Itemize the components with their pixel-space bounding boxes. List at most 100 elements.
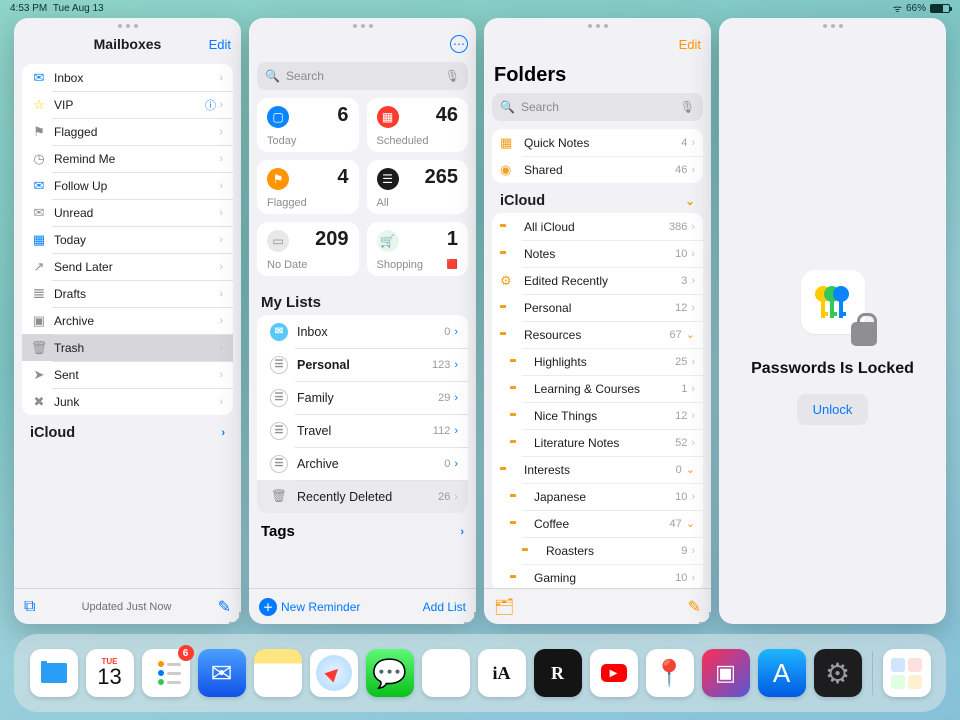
card-all[interactable]: ☰265All xyxy=(367,160,469,214)
folder-all-icloud[interactable]: All iCloud386› xyxy=(492,213,703,240)
unlock-button[interactable]: Unlock xyxy=(797,394,869,425)
edit-button[interactable]: Edit xyxy=(209,37,231,52)
search-icon: 🔍 xyxy=(265,69,280,83)
chevron-right-icon: › xyxy=(454,425,458,437)
mailbox-vip[interactable]: ☆VIPⓘ › xyxy=(22,91,233,118)
resize-handle[interactable] xyxy=(696,609,711,624)
list-recently-deleted[interactable]: 🗑Recently Deleted26› xyxy=(257,480,468,513)
mailbox-junk[interactable]: ✖︎Junk› xyxy=(22,388,233,415)
folder-gaming[interactable]: Gaming10› xyxy=(492,564,703,588)
dock-app-library[interactable] xyxy=(883,649,931,697)
list-icon: ☰ xyxy=(267,422,291,440)
dock-app-shortcuts[interactable]: ▣ xyxy=(702,649,750,697)
dock-app-maps[interactable]: 📍 xyxy=(646,649,694,697)
card-icon: ▭ xyxy=(267,230,289,252)
mailbox-unread[interactable]: ✉︎Unread› xyxy=(22,199,233,226)
dock: TUE136✉︎ ▲💬❇︎iAR▶📍▣A⚙︎ xyxy=(14,634,946,712)
folder-notes[interactable]: Notes10› xyxy=(492,240,703,267)
mailbox-inbox[interactable]: ✉︎Inbox› xyxy=(22,64,233,91)
resize-handle[interactable] xyxy=(226,609,241,624)
dock-app-r[interactable]: R xyxy=(534,649,582,697)
resize-handle[interactable] xyxy=(461,609,476,624)
dock-app-photos[interactable]: ❇︎ xyxy=(422,649,470,697)
quicknote-icon: ▦ xyxy=(500,135,518,151)
info-icon[interactable]: ⓘ xyxy=(205,97,216,113)
mailbox-today[interactable]: ▦Today› xyxy=(22,226,233,253)
folder-nice-things[interactable]: Nice Things12› xyxy=(492,402,703,429)
chevron-right-icon: › xyxy=(691,137,695,149)
window-dots[interactable] xyxy=(249,18,476,30)
mailbox-trash[interactable]: 🗑Trash› xyxy=(22,334,233,361)
list-archive[interactable]: ☰Archive0› xyxy=(257,447,468,480)
folder-personal[interactable]: Personal12› xyxy=(492,294,703,321)
dock-app-ia[interactable]: iA xyxy=(478,649,526,697)
clock-icon: ◷ xyxy=(30,150,48,168)
folder-japanese[interactable]: Japanese10› xyxy=(492,483,703,510)
mailbox-archive[interactable]: ▣Archive› xyxy=(22,307,233,334)
dock-app-safari[interactable]: ▲ xyxy=(310,649,358,697)
paperplane-icon: ➤ xyxy=(30,366,48,384)
followup-icon: ✉︎ xyxy=(30,177,48,195)
window-dots[interactable] xyxy=(484,18,711,30)
chevron-icon: › xyxy=(691,248,695,260)
new-reminder-button[interactable]: ＋ New Reminder xyxy=(259,598,360,616)
chevron-right-icon: › xyxy=(219,396,223,408)
dock-app-mail[interactable]: ✉︎ xyxy=(198,649,246,697)
tags-row[interactable]: Tags › xyxy=(249,513,476,550)
new-folder-button[interactable]: 🗂︎ xyxy=(494,597,514,617)
folder-roasters[interactable]: Roasters9› xyxy=(492,537,703,564)
dock-app-appstore[interactable]: A xyxy=(758,649,806,697)
mailbox-follow-up[interactable]: ✉︎Follow Up› xyxy=(22,172,233,199)
dock-app-notes[interactable] xyxy=(254,649,302,697)
window-dots[interactable] xyxy=(719,18,946,30)
card-shopping[interactable]: 🛒1Shopping🟥 xyxy=(367,222,469,276)
list-icon: ✉︎ xyxy=(267,323,291,341)
mailbox-send-later[interactable]: ↗Send Later› xyxy=(22,253,233,280)
list-inbox[interactable]: ✉︎Inbox0› xyxy=(257,315,468,348)
mic-icon[interactable]: 🎙 xyxy=(680,100,695,114)
folder-coffee[interactable]: Coffee47⌄ xyxy=(492,510,703,537)
card-scheduled[interactable]: ▦46Scheduled xyxy=(367,98,469,152)
dock-app-youtube[interactable]: ▶ xyxy=(590,649,638,697)
folder-interests[interactable]: Interests0⌄ xyxy=(492,456,703,483)
more-button[interactable]: ⋯ xyxy=(450,35,468,53)
list-family[interactable]: ☰Family29› xyxy=(257,381,468,414)
chevron-right-icon: › xyxy=(454,392,458,404)
dock-app-reminders[interactable]: 6 xyxy=(142,649,190,697)
card-icon: ▦ xyxy=(377,106,399,128)
chevron-icon: › xyxy=(691,437,695,449)
folder-learning-&-courses[interactable]: Learning & Courses1› xyxy=(492,375,703,402)
folder-highlights[interactable]: Highlights25› xyxy=(492,348,703,375)
card-flagged[interactable]: ⚑4Flagged xyxy=(257,160,359,214)
mailbox-flagged[interactable]: ⚑Flagged› xyxy=(22,118,233,145)
card-today[interactable]: ▢6Today xyxy=(257,98,359,152)
dock-app-files[interactable] xyxy=(30,649,78,697)
card-nodate[interactable]: ▭209No Date xyxy=(257,222,359,276)
search-field[interactable]: 🔍 Search 🎙 xyxy=(257,62,468,90)
window-dots[interactable] xyxy=(14,18,241,30)
list-personal[interactable]: ☰Personal123› xyxy=(257,348,468,381)
chevron-icon: › xyxy=(691,572,695,584)
chevron-icon: › xyxy=(691,491,695,503)
reminders-pane: ⋯ 🔍 Search 🎙 ▢6Today▦46Scheduled⚑4Flagge… xyxy=(249,18,476,624)
search-field[interactable]: 🔍 Search 🎙 xyxy=(492,93,703,121)
dock-app-calendar[interactable]: TUE13 xyxy=(86,649,134,697)
folder-edited-recently[interactable]: ⚙︎Edited Recently3› xyxy=(492,267,703,294)
mailbox-drafts[interactable]: 𝌆Drafts› xyxy=(22,280,233,307)
add-list-button[interactable]: Add List xyxy=(423,600,466,614)
dock-app-settings[interactable]: ⚙︎ xyxy=(814,649,862,697)
folder-quick-notes[interactable]: ▦Quick Notes4› xyxy=(492,129,703,156)
list-travel[interactable]: ☰Travel112› xyxy=(257,414,468,447)
dock-app-messages[interactable]: 💬 xyxy=(366,649,414,697)
notes-account-row[interactable]: iCloud ⌄ xyxy=(492,183,703,213)
mic-icon[interactable]: 🎙 xyxy=(445,69,460,83)
edit-button[interactable]: Edit xyxy=(679,37,701,52)
folder-resources[interactable]: Resources67⌄ xyxy=(492,321,703,348)
copies-icon[interactable]: ⧉ xyxy=(24,598,35,616)
folder-shared[interactable]: ◉Shared46› xyxy=(492,156,703,183)
folder-literature-notes[interactable]: Literature Notes52› xyxy=(492,429,703,456)
mailbox-sent[interactable]: ➤Sent› xyxy=(22,361,233,388)
card-icon: 🛒 xyxy=(377,230,399,252)
mailbox-remind-me[interactable]: ◷Remind Me› xyxy=(22,145,233,172)
mail-account-row[interactable]: iCloud › xyxy=(22,415,233,445)
